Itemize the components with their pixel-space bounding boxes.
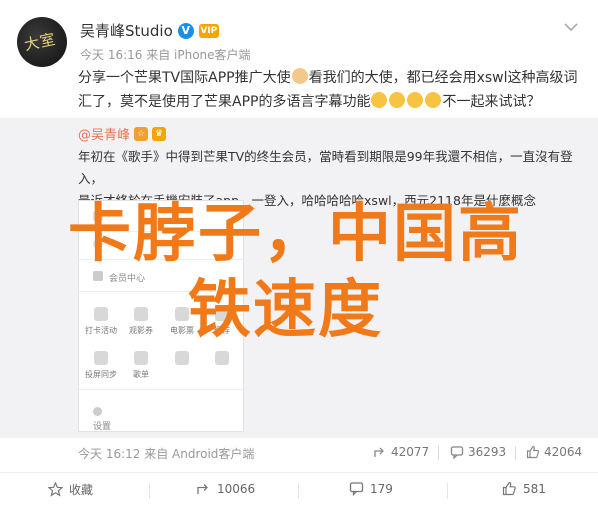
repost-block[interactable]: @吴青峰 ☆ ♛ 年初在《歌手》中得到芒果TV的终生会员，當時看到期限是99年我… bbox=[0, 118, 598, 461]
vip-badge-icon: VIP bbox=[198, 23, 219, 38]
comment-button[interactable]: 179 bbox=[349, 481, 393, 496]
movie-ticket-icon bbox=[175, 307, 189, 321]
repost-button[interactable]: 10066 bbox=[196, 481, 255, 496]
divider bbox=[515, 446, 516, 460]
comment-count: 36293 bbox=[468, 445, 507, 459]
divider bbox=[447, 483, 448, 499]
star-icon bbox=[48, 482, 63, 497]
laugh-emoji-icon bbox=[407, 92, 424, 108]
like-count: 42064 bbox=[544, 445, 583, 459]
author-name[interactable]: 吴青峰Studio bbox=[80, 20, 173, 41]
comment-button-count: 179 bbox=[370, 481, 393, 496]
repost-text-line: 年初在《歌手》中得到芒果TV的终生会员，當時看到期限是99年我還不相信，一直沒有… bbox=[78, 149, 573, 186]
repost-share-stat[interactable]: 42077 bbox=[373, 445, 429, 459]
grid-label: 歌单 bbox=[133, 370, 149, 379]
chevron-down-icon[interactable] bbox=[562, 18, 580, 36]
settings-icon bbox=[93, 407, 102, 416]
repost-author-row: @吴青峰 ☆ ♛ bbox=[78, 124, 167, 143]
grid-label: 投屏同步 bbox=[85, 370, 117, 379]
crown-icon bbox=[93, 271, 103, 281]
favorite-label: 收藏 bbox=[69, 483, 94, 497]
share-icon bbox=[373, 445, 387, 459]
settings-label: 设置 bbox=[93, 422, 112, 432]
comment-icon bbox=[450, 445, 464, 459]
post-text-2a: 汇了，莫不是使用了芒果APP的多语言字幕功能 bbox=[78, 94, 371, 110]
avatar[interactable]: 大室 bbox=[17, 17, 67, 67]
music-icon bbox=[134, 351, 148, 365]
vip-badge-icon: ♛ bbox=[152, 126, 167, 141]
post-header: 大室 吴青峰Studio V VIP 今天 16:16 来自 iPhone客户端 bbox=[0, 0, 598, 68]
ticket-icon bbox=[134, 307, 148, 321]
post-text-1a: 分享一个芒果TV国际APP推广大使 bbox=[78, 70, 291, 86]
grid-icon bbox=[175, 351, 189, 365]
vip-badge-icon: ☆ bbox=[134, 126, 149, 141]
laugh-emoji-icon bbox=[425, 92, 442, 108]
grid-label: 打卡活动 bbox=[85, 326, 117, 335]
thumbs-up-icon bbox=[526, 445, 540, 459]
grid-label: 观影券 bbox=[129, 326, 153, 335]
author-row: 吴青峰Studio V VIP bbox=[80, 20, 219, 41]
grid-icon bbox=[215, 351, 229, 365]
action-bar: 收藏 10066 179 581 bbox=[0, 472, 598, 508]
divider bbox=[79, 389, 243, 390]
member-center-label: 会员中心 bbox=[109, 274, 146, 284]
cast-icon bbox=[94, 351, 108, 365]
overlay-caption-line1: 卡脖子，中国高 bbox=[68, 197, 523, 270]
like-button-count: 581 bbox=[523, 481, 546, 496]
laugh-emoji-icon bbox=[371, 92, 388, 108]
divider bbox=[438, 446, 439, 460]
repost-count: 42077 bbox=[391, 445, 430, 459]
divider bbox=[298, 483, 299, 499]
repost-author-name[interactable]: @吴青峰 bbox=[78, 124, 130, 143]
post-text: 分享一个芒果TV国际APP推广大使 看我们的大使，都已经会用xswl这种高级词 汇… bbox=[78, 66, 583, 114]
repost-footer: 今天 16:12 来自 Android客户端 42077 36293 42064 bbox=[0, 440, 598, 466]
share-icon bbox=[196, 481, 211, 496]
repost-comment-stat[interactable]: 36293 bbox=[450, 445, 506, 459]
post-time-source: 今天 16:16 来自 iPhone客户端 bbox=[80, 48, 251, 62]
divider bbox=[149, 483, 150, 499]
checkin-icon bbox=[94, 307, 108, 321]
repost-button-count: 10066 bbox=[217, 481, 256, 496]
favorite-button[interactable]: 收藏 bbox=[48, 481, 93, 498]
comment-icon bbox=[349, 481, 364, 496]
dog-emoji-icon bbox=[291, 68, 308, 84]
like-button[interactable]: 581 bbox=[502, 481, 546, 496]
repost-time-source: 今天 16:12 来自 Android客户端 bbox=[78, 447, 255, 461]
verified-badge-icon: V bbox=[177, 22, 194, 39]
thumbs-up-icon bbox=[502, 481, 517, 496]
laugh-emoji-icon bbox=[389, 92, 406, 108]
overlay-caption-line2: 铁速度 bbox=[188, 273, 383, 346]
post-text-1b: 看我们的大使，都已经会用xswl这种高级词 bbox=[308, 70, 578, 86]
avatar-logo: 大室 bbox=[22, 29, 58, 55]
repost-like-stat[interactable]: 42064 bbox=[526, 445, 582, 459]
post-text-2b: 不一起来试试？ bbox=[442, 94, 541, 110]
